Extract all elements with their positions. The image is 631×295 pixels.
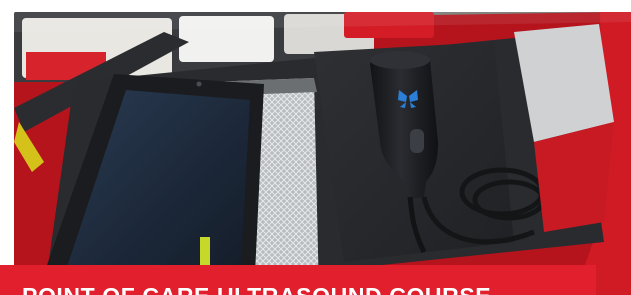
banner-title: POINT OF CARE ULTRASOUND COURSE bbox=[22, 285, 491, 295]
hero-photo bbox=[14, 12, 631, 295]
tablet-camera-icon bbox=[196, 81, 202, 87]
probe-button bbox=[410, 129, 424, 153]
hero-photo-illustration bbox=[14, 12, 631, 295]
page: POINT OF CARE ULTRASOUND COURSE bbox=[0, 0, 631, 295]
course-banner: POINT OF CARE ULTRASOUND COURSE bbox=[0, 265, 596, 295]
